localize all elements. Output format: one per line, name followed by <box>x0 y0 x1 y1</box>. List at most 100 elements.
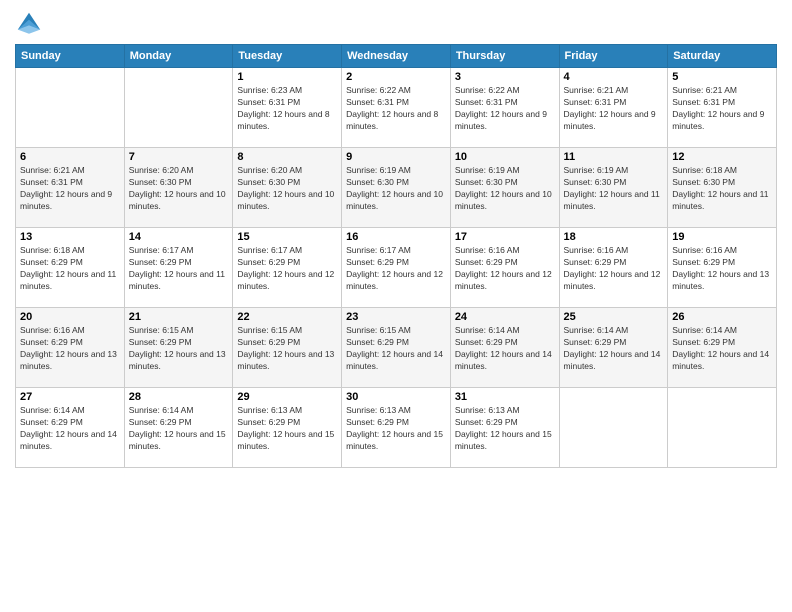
day-number: 9 <box>346 151 446 163</box>
weekday-header-tuesday: Tuesday <box>233 45 342 68</box>
day-cell: 23 Sunrise: 6:15 AM Sunset: 6:29 PM Dayli… <box>342 308 451 388</box>
day-number: 16 <box>346 231 446 243</box>
day-info: Sunrise: 6:18 AM Sunset: 6:30 PM Dayligh… <box>672 165 772 213</box>
day-info: Sunrise: 6:20 AM Sunset: 6:30 PM Dayligh… <box>129 165 229 213</box>
day-number: 19 <box>672 231 772 243</box>
day-cell: 16Sunrise: 6:17 AM Sunset: 6:29 PM Dayli… <box>342 228 451 308</box>
day-info: Sunrise: 6:17 AM Sunset: 6:29 PM Dayligh… <box>129 245 229 293</box>
week-row-4: 20 Sunrise: 6:16 AM Sunset: 6:29 PM Dayli… <box>16 308 777 388</box>
day-cell: 29 Sunrise: 6:13 AM Sunset: 6:29 PM Dayli… <box>233 388 342 468</box>
day-number: 12 <box>672 151 772 163</box>
day-cell: 14 Sunrise: 6:17 AM Sunset: 6:29 PM Dayli… <box>124 228 233 308</box>
day-info: Sunrise: 6:23 AM Sunset: 6:31 PM Dayligh… <box>237 85 337 133</box>
day-number: 27 <box>20 391 120 403</box>
day-cell: 13 Sunrise: 6:18 AM Sunset: 6:29 PM Dayli… <box>16 228 125 308</box>
day-cell: 8 Sunrise: 6:20 AM Sunset: 6:30 PM Daylig… <box>233 148 342 228</box>
day-number: 28 <box>129 391 229 403</box>
day-info: Sunrise: 6:21 AM Sunset: 6:31 PM Dayligh… <box>20 165 120 213</box>
day-cell: 18 Sunrise: 6:16 AM Sunset: 6:29 PM Dayli… <box>559 228 668 308</box>
day-info: Sunrise: 6:19 AM Sunset: 6:30 PM Dayligh… <box>564 165 664 213</box>
day-info: Sunrise: 6:20 AM Sunset: 6:30 PM Dayligh… <box>237 165 337 213</box>
day-info: Sunrise: 6:14 AM Sunset: 6:29 PM Dayligh… <box>129 405 229 453</box>
day-cell: 17 Sunrise: 6:16 AM Sunset: 6:29 PM Dayli… <box>450 228 559 308</box>
weekday-header-row: SundayMondayTuesdayWednesdayThursdayFrid… <box>16 45 777 68</box>
day-number: 20 <box>20 311 120 323</box>
weekday-header-friday: Friday <box>559 45 668 68</box>
day-cell: 22 Sunrise: 6:15 AM Sunset: 6:29 PM Dayli… <box>233 308 342 388</box>
day-number: 5 <box>672 71 772 83</box>
day-cell <box>559 388 668 468</box>
day-number: 18 <box>564 231 664 243</box>
day-cell: 7Sunrise: 6:20 AM Sunset: 6:30 PM Daylig… <box>124 148 233 228</box>
weekday-header-sunday: Sunday <box>16 45 125 68</box>
day-number: 17 <box>455 231 555 243</box>
day-info: Sunrise: 6:21 AM Sunset: 6:31 PM Dayligh… <box>672 85 772 133</box>
day-number: 24 <box>455 311 555 323</box>
day-info: Sunrise: 6:13 AM Sunset: 6:29 PM Dayligh… <box>346 405 446 453</box>
day-cell: 27 Sunrise: 6:14 AM Sunset: 6:29 PM Dayli… <box>16 388 125 468</box>
day-cell: 25 Sunrise: 6:14 AM Sunset: 6:29 PM Dayli… <box>559 308 668 388</box>
week-row-1: 1 Sunrise: 6:23 AM Sunset: 6:31 PM Daylig… <box>16 68 777 148</box>
day-number: 23 <box>346 311 446 323</box>
weekday-header-saturday: Saturday <box>668 45 777 68</box>
day-info: Sunrise: 6:13 AM Sunset: 6:29 PM Dayligh… <box>455 405 555 453</box>
day-info: Sunrise: 6:19 AM Sunset: 6:30 PM Dayligh… <box>455 165 555 213</box>
day-number: 25 <box>564 311 664 323</box>
day-number: 14 <box>129 231 229 243</box>
day-info: Sunrise: 6:15 AM Sunset: 6:29 PM Dayligh… <box>237 325 337 373</box>
day-number: 15 <box>237 231 337 243</box>
day-number: 3 <box>455 71 555 83</box>
day-info: Sunrise: 6:19 AM Sunset: 6:30 PM Dayligh… <box>346 165 446 213</box>
day-cell: 12 Sunrise: 6:18 AM Sunset: 6:30 PM Dayli… <box>668 148 777 228</box>
day-info: Sunrise: 6:13 AM Sunset: 6:29 PM Dayligh… <box>237 405 337 453</box>
day-cell: 26Sunrise: 6:14 AM Sunset: 6:29 PM Dayli… <box>668 308 777 388</box>
day-number: 8 <box>237 151 337 163</box>
day-info: Sunrise: 6:15 AM Sunset: 6:29 PM Dayligh… <box>346 325 446 373</box>
day-number: 13 <box>20 231 120 243</box>
day-cell: 21Sunrise: 6:15 AM Sunset: 6:29 PM Dayli… <box>124 308 233 388</box>
day-number: 31 <box>455 391 555 403</box>
day-cell: 3 Sunrise: 6:22 AM Sunset: 6:31 PM Daylig… <box>450 68 559 148</box>
day-cell: 30 Sunrise: 6:13 AM Sunset: 6:29 PM Dayli… <box>342 388 451 468</box>
week-row-3: 13 Sunrise: 6:18 AM Sunset: 6:29 PM Dayli… <box>16 228 777 308</box>
day-cell: 11 Sunrise: 6:19 AM Sunset: 6:30 PM Dayli… <box>559 148 668 228</box>
day-cell <box>124 68 233 148</box>
weekday-header-monday: Monday <box>124 45 233 68</box>
day-cell: 15Sunrise: 6:17 AM Sunset: 6:29 PM Dayli… <box>233 228 342 308</box>
day-info: Sunrise: 6:22 AM Sunset: 6:31 PM Dayligh… <box>346 85 446 133</box>
day-info: Sunrise: 6:21 AM Sunset: 6:31 PM Dayligh… <box>564 85 664 133</box>
day-cell: 19Sunrise: 6:16 AM Sunset: 6:29 PM Dayli… <box>668 228 777 308</box>
day-info: Sunrise: 6:16 AM Sunset: 6:29 PM Dayligh… <box>20 325 120 373</box>
day-number: 29 <box>237 391 337 403</box>
day-number: 22 <box>237 311 337 323</box>
day-number: 11 <box>564 151 664 163</box>
header <box>15 10 777 38</box>
day-number: 2 <box>346 71 446 83</box>
week-row-5: 27 Sunrise: 6:14 AM Sunset: 6:29 PM Dayli… <box>16 388 777 468</box>
logo-icon <box>15 10 43 38</box>
calendar-table: SundayMondayTuesdayWednesdayThursdayFrid… <box>15 44 777 468</box>
day-cell: 2 Sunrise: 6:22 AM Sunset: 6:31 PM Daylig… <box>342 68 451 148</box>
day-number: 6 <box>20 151 120 163</box>
weekday-header-thursday: Thursday <box>450 45 559 68</box>
day-info: Sunrise: 6:14 AM Sunset: 6:29 PM Dayligh… <box>20 405 120 453</box>
day-info: Sunrise: 6:14 AM Sunset: 6:29 PM Dayligh… <box>455 325 555 373</box>
day-number: 21 <box>129 311 229 323</box>
day-number: 26 <box>672 311 772 323</box>
day-info: Sunrise: 6:14 AM Sunset: 6:29 PM Dayligh… <box>564 325 664 373</box>
day-cell: 1 Sunrise: 6:23 AM Sunset: 6:31 PM Daylig… <box>233 68 342 148</box>
day-number: 30 <box>346 391 446 403</box>
day-cell: 4Sunrise: 6:21 AM Sunset: 6:31 PM Daylig… <box>559 68 668 148</box>
day-number: 1 <box>237 71 337 83</box>
day-info: Sunrise: 6:22 AM Sunset: 6:31 PM Dayligh… <box>455 85 555 133</box>
day-cell: 28 Sunrise: 6:14 AM Sunset: 6:29 PM Dayli… <box>124 388 233 468</box>
day-number: 10 <box>455 151 555 163</box>
day-cell: 9 Sunrise: 6:19 AM Sunset: 6:30 PM Daylig… <box>342 148 451 228</box>
day-info: Sunrise: 6:16 AM Sunset: 6:29 PM Dayligh… <box>564 245 664 293</box>
day-cell: 5 Sunrise: 6:21 AM Sunset: 6:31 PM Daylig… <box>668 68 777 148</box>
day-cell <box>16 68 125 148</box>
day-info: Sunrise: 6:18 AM Sunset: 6:29 PM Dayligh… <box>20 245 120 293</box>
logo <box>15 10 47 38</box>
calendar-page: SundayMondayTuesdayWednesdayThursdayFrid… <box>0 0 792 612</box>
day-info: Sunrise: 6:16 AM Sunset: 6:29 PM Dayligh… <box>455 245 555 293</box>
